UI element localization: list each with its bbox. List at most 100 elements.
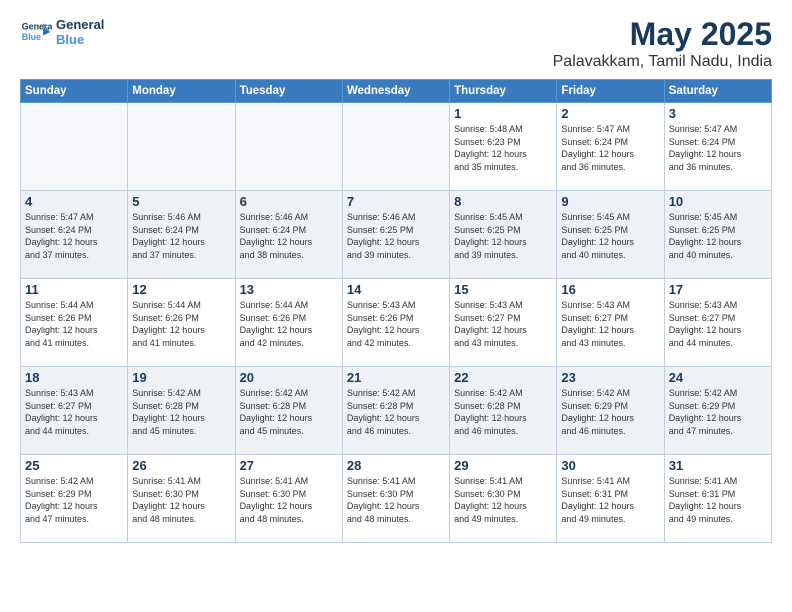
calendar-cell [235,103,342,191]
calendar-cell: 19Sunrise: 5:42 AM Sunset: 6:28 PM Dayli… [128,367,235,455]
day-number: 4 [25,194,123,209]
calendar-cell: 29 Sunrise: 5:41 AM Sunset: 6:30 PM Dayli… [450,455,557,543]
day-number: 31 [669,458,767,473]
calendar-cell: 23Sunrise: 5:42 AM Sunset: 6:29 PM Dayli… [557,367,664,455]
calendar-body: 1 Sunrise: 5:48 AM Sunset: 6:23 PM Daylig… [21,103,772,543]
calendar-subtitle: Palavakkam, Tamil Nadu, India [553,53,772,71]
weekday-row: SundayMondayTuesdayWednesdayThursdayFrid… [21,80,772,103]
day-number: 17 [669,282,767,297]
day-info: Sunrise: 5:43 AM Sunset: 6:26 PM Dayligh… [347,299,445,349]
page: General Blue General Blue May 2025 Palav… [0,0,792,612]
day-number: 8 [454,194,552,209]
day-info: Sunrise: 5:47 AM Sunset: 6:24 PM Dayligh… [25,211,123,261]
day-number: 2 [561,106,659,121]
day-info: Sunrise: 5:44 AM Sunset: 6:26 PM Dayligh… [25,299,123,349]
calendar-cell: 6 Sunrise: 5:46 AM Sunset: 6:24 PM Daylig… [235,191,342,279]
day-number: 5 [132,194,230,209]
day-number: 11 [25,282,123,297]
weekday-header-wednesday: Wednesday [342,80,449,103]
day-info: Sunrise: 5:45 AM Sunset: 6:25 PM Dayligh… [669,211,767,261]
calendar-cell: 9Sunrise: 5:45 AM Sunset: 6:25 PM Daylig… [557,191,664,279]
day-info: Sunrise: 5:43 AM Sunset: 6:27 PM Dayligh… [454,299,552,349]
calendar-cell: 2Sunrise: 5:47 AM Sunset: 6:24 PM Daylig… [557,103,664,191]
day-info: Sunrise: 5:41 AM Sunset: 6:30 PM Dayligh… [240,475,338,525]
day-number: 25 [25,458,123,473]
logo: General Blue General Blue [20,16,104,48]
calendar-cell: 15 Sunrise: 5:43 AM Sunset: 6:27 PM Dayli… [450,279,557,367]
day-number: 21 [347,370,445,385]
day-number: 30 [561,458,659,473]
day-number: 15 [454,282,552,297]
day-info: Sunrise: 5:43 AM Sunset: 6:27 PM Dayligh… [25,387,123,437]
day-info: Sunrise: 5:45 AM Sunset: 6:25 PM Dayligh… [454,211,552,261]
logo-general-text: General [56,17,104,32]
calendar-cell: 20Sunrise: 5:42 AM Sunset: 6:28 PM Dayli… [235,367,342,455]
day-number: 24 [669,370,767,385]
day-info: Sunrise: 5:43 AM Sunset: 6:27 PM Dayligh… [561,299,659,349]
calendar-header: SundayMondayTuesdayWednesdayThursdayFrid… [21,80,772,103]
day-number: 7 [347,194,445,209]
calendar-cell: 30 Sunrise: 5:41 AM Sunset: 6:31 PM Dayli… [557,455,664,543]
calendar-cell: 7 Sunrise: 5:46 AM Sunset: 6:25 PM Daylig… [342,191,449,279]
day-info: Sunrise: 5:44 AM Sunset: 6:26 PM Dayligh… [240,299,338,349]
logo-icon: General Blue [20,16,52,48]
day-number: 22 [454,370,552,385]
calendar-week-2: 4 Sunrise: 5:47 AM Sunset: 6:24 PM Daylig… [21,191,772,279]
calendar-cell: 22 Sunrise: 5:42 AM Sunset: 6:28 PM Dayli… [450,367,557,455]
day-info: Sunrise: 5:42 AM Sunset: 6:29 PM Dayligh… [25,475,123,525]
calendar-cell: 27 Sunrise: 5:41 AM Sunset: 6:30 PM Dayli… [235,455,342,543]
calendar-cell: 1 Sunrise: 5:48 AM Sunset: 6:23 PM Daylig… [450,103,557,191]
calendar-cell [21,103,128,191]
weekday-header-sunday: Sunday [21,80,128,103]
calendar-week-5: 25 Sunrise: 5:42 AM Sunset: 6:29 PM Dayli… [21,455,772,543]
weekday-header-thursday: Thursday [450,80,557,103]
day-number: 12 [132,282,230,297]
day-number: 26 [132,458,230,473]
calendar-cell: 12 Sunrise: 5:44 AM Sunset: 6:26 PM Dayli… [128,279,235,367]
day-number: 6 [240,194,338,209]
day-info: Sunrise: 5:42 AM Sunset: 6:28 PM Dayligh… [132,387,230,437]
day-info: Sunrise: 5:48 AM Sunset: 6:23 PM Dayligh… [454,123,552,173]
day-info: Sunrise: 5:46 AM Sunset: 6:24 PM Dayligh… [132,211,230,261]
day-info: Sunrise: 5:41 AM Sunset: 6:30 PM Dayligh… [454,475,552,525]
day-number: 18 [25,370,123,385]
calendar-week-4: 18 Sunrise: 5:43 AM Sunset: 6:27 PM Dayli… [21,367,772,455]
svg-text:Blue: Blue [22,32,41,42]
day-number: 14 [347,282,445,297]
title-block: May 2025 Palavakkam, Tamil Nadu, India [553,16,772,71]
day-number: 9 [561,194,659,209]
day-info: Sunrise: 5:42 AM Sunset: 6:29 PM Dayligh… [669,387,767,437]
day-info: Sunrise: 5:42 AM Sunset: 6:29 PM Dayligh… [561,387,659,437]
day-number: 20 [240,370,338,385]
calendar-cell: 16Sunrise: 5:43 AM Sunset: 6:27 PM Dayli… [557,279,664,367]
calendar-cell: 18 Sunrise: 5:43 AM Sunset: 6:27 PM Dayli… [21,367,128,455]
calendar-cell [128,103,235,191]
day-info: Sunrise: 5:44 AM Sunset: 6:26 PM Dayligh… [132,299,230,349]
weekday-header-tuesday: Tuesday [235,80,342,103]
day-info: Sunrise: 5:42 AM Sunset: 6:28 PM Dayligh… [454,387,552,437]
day-info: Sunrise: 5:46 AM Sunset: 6:25 PM Dayligh… [347,211,445,261]
weekday-header-monday: Monday [128,80,235,103]
calendar-cell: 11 Sunrise: 5:44 AM Sunset: 6:26 PM Dayli… [21,279,128,367]
calendar-cell: 10Sunrise: 5:45 AM Sunset: 6:25 PM Dayli… [664,191,771,279]
day-number: 1 [454,106,552,121]
day-info: Sunrise: 5:41 AM Sunset: 6:31 PM Dayligh… [561,475,659,525]
calendar-week-1: 1 Sunrise: 5:48 AM Sunset: 6:23 PM Daylig… [21,103,772,191]
calendar-cell: 5 Sunrise: 5:46 AM Sunset: 6:24 PM Daylig… [128,191,235,279]
calendar-cell: 25 Sunrise: 5:42 AM Sunset: 6:29 PM Dayli… [21,455,128,543]
day-info: Sunrise: 5:41 AM Sunset: 6:30 PM Dayligh… [347,475,445,525]
day-info: Sunrise: 5:46 AM Sunset: 6:24 PM Dayligh… [240,211,338,261]
day-number: 29 [454,458,552,473]
logo-blue-text: Blue [56,32,104,47]
calendar-cell: 8 Sunrise: 5:45 AM Sunset: 6:25 PM Daylig… [450,191,557,279]
day-number: 27 [240,458,338,473]
calendar-cell: 21Sunrise: 5:42 AM Sunset: 6:28 PM Dayli… [342,367,449,455]
day-number: 3 [669,106,767,121]
calendar-cell: 13 Sunrise: 5:44 AM Sunset: 6:26 PM Dayli… [235,279,342,367]
header: General Blue General Blue May 2025 Palav… [20,16,772,71]
weekday-header-saturday: Saturday [664,80,771,103]
day-number: 13 [240,282,338,297]
calendar-cell [342,103,449,191]
day-number: 28 [347,458,445,473]
day-info: Sunrise: 5:47 AM Sunset: 6:24 PM Dayligh… [669,123,767,173]
